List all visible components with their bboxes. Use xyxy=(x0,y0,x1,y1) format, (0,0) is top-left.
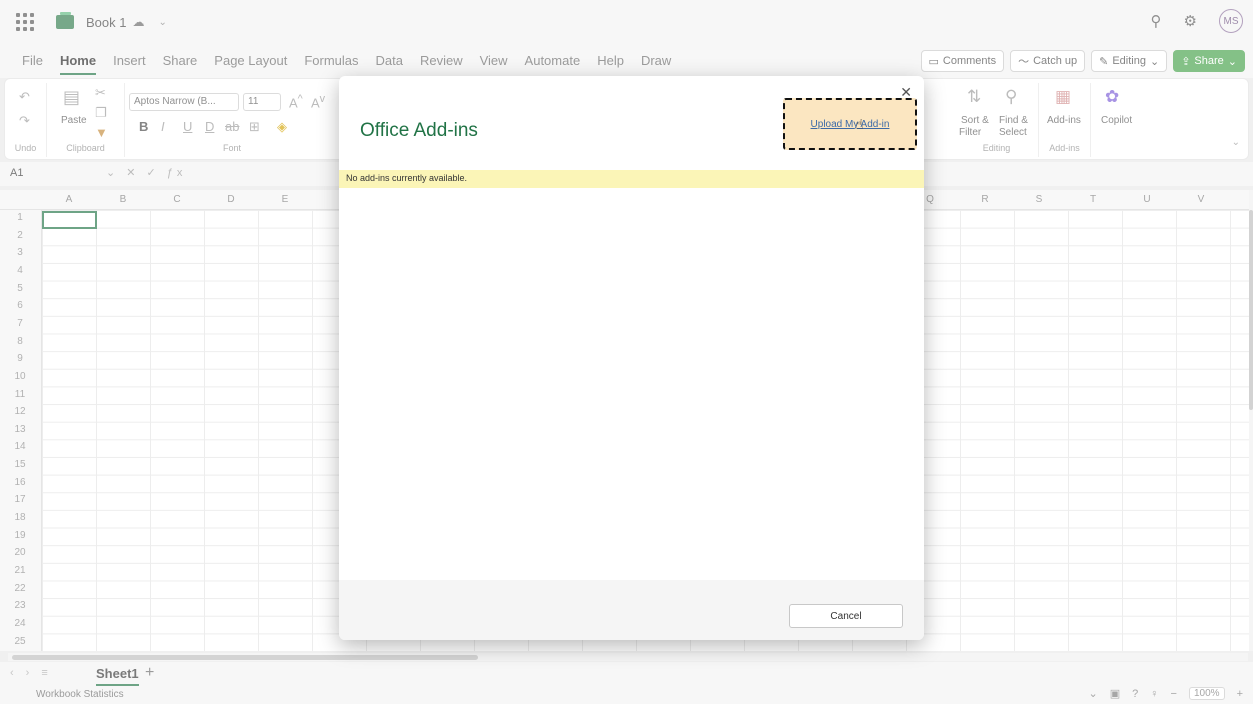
hand-cursor-icon: ☝ xyxy=(855,116,864,132)
upload-addin-link[interactable]: Upload My Add-in xyxy=(811,119,890,130)
upload-addin-highlight[interactable]: Upload My Add-in ☝ xyxy=(783,98,917,150)
office-addins-dialog: ✕ Office Add-ins Upload My Add-in ☝ No a… xyxy=(339,76,924,640)
cancel-button[interactable]: Cancel xyxy=(789,604,903,628)
no-addins-notice: No add-ins currently available. xyxy=(339,170,924,188)
dialog-title: Office Add-ins xyxy=(360,120,478,141)
dialog-footer: Cancel xyxy=(339,580,924,640)
